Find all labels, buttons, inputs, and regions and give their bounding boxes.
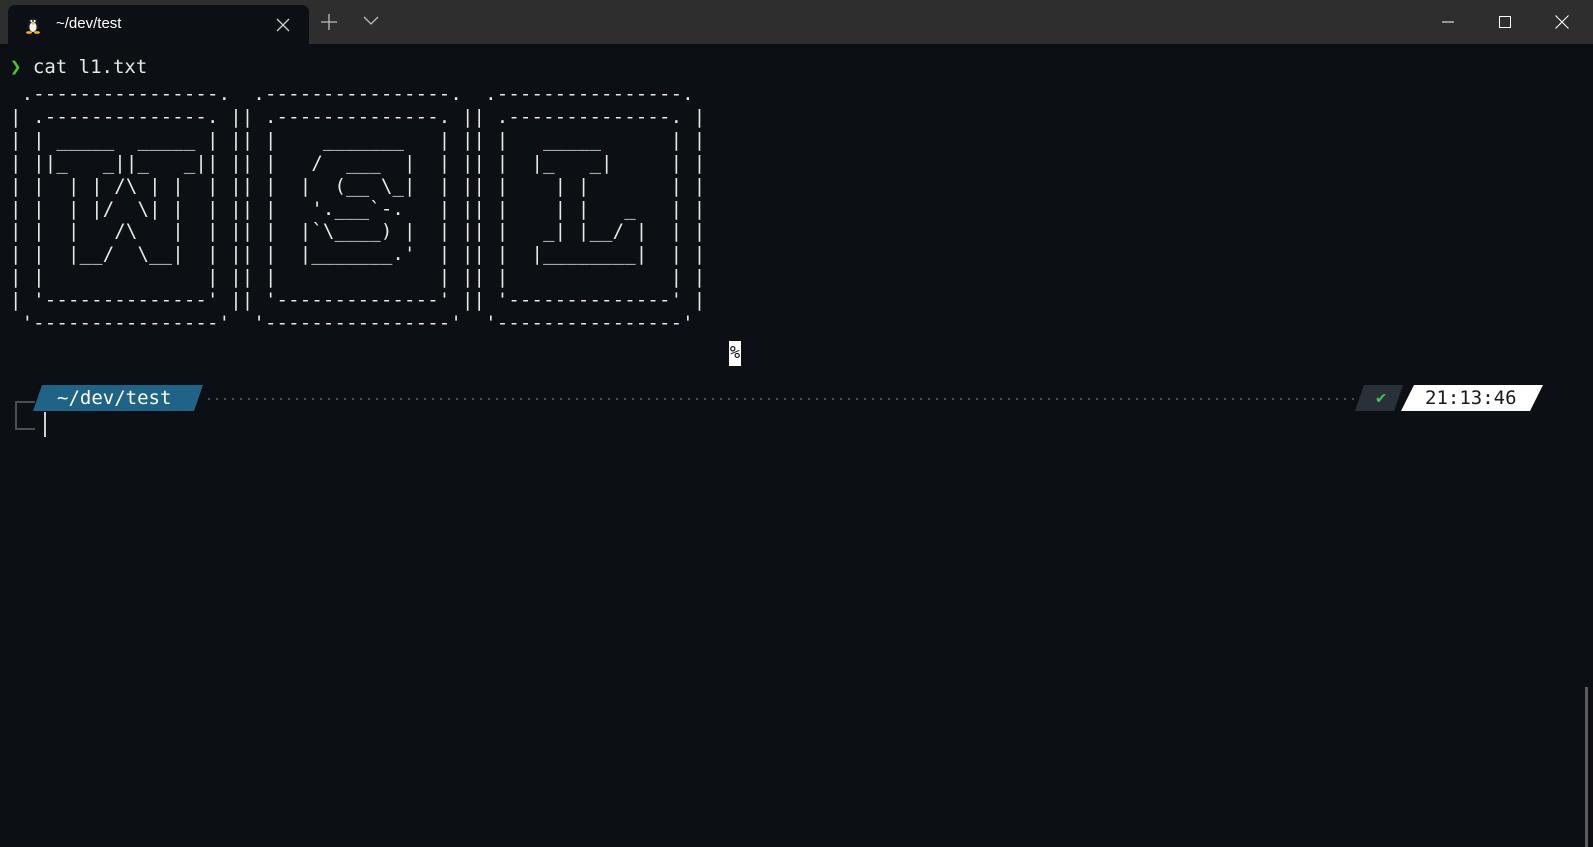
scrollbar-thumb[interactable] bbox=[1585, 687, 1588, 847]
maximize-icon bbox=[1499, 16, 1511, 28]
terminal-pane[interactable]: ❯ cat l1.txt .----------------. .-------… bbox=[0, 44, 1593, 847]
command-text: cat l1.txt bbox=[32, 56, 148, 78]
tab-title: ~/dev/test bbox=[56, 15, 122, 32]
close-icon bbox=[1555, 15, 1569, 29]
prompt-chevron-icon: ❯ bbox=[10, 56, 22, 78]
prompt-time: 21:13:46 bbox=[1425, 387, 1517, 409]
ascii-art-output: .----------------. .----------------. .-… bbox=[10, 83, 706, 335]
linux-tux-icon bbox=[26, 17, 40, 34]
text-cursor[interactable] bbox=[44, 412, 46, 437]
tab-active[interactable]: ~/dev/test bbox=[8, 5, 309, 44]
chevron-down-icon[interactable] bbox=[363, 16, 379, 26]
close-tab-icon[interactable] bbox=[276, 18, 290, 32]
minimize-button[interactable] bbox=[1420, 0, 1476, 44]
close-window-button[interactable] bbox=[1534, 0, 1590, 44]
new-tab-plus-icon[interactable] bbox=[320, 13, 338, 31]
prompt-bracket bbox=[15, 401, 35, 430]
no-newline-marker: % bbox=[729, 341, 741, 366]
command-line: ❯ cat l1.txt bbox=[10, 56, 147, 78]
success-check-icon: ✔ bbox=[1376, 388, 1387, 408]
minimize-icon bbox=[1442, 21, 1454, 23]
prompt-dotted-filler bbox=[205, 398, 1355, 400]
prompt-path: ~/dev/test bbox=[57, 387, 172, 409]
title-bar: ~/dev/test bbox=[0, 0, 1593, 44]
maximize-button[interactable] bbox=[1477, 0, 1533, 44]
